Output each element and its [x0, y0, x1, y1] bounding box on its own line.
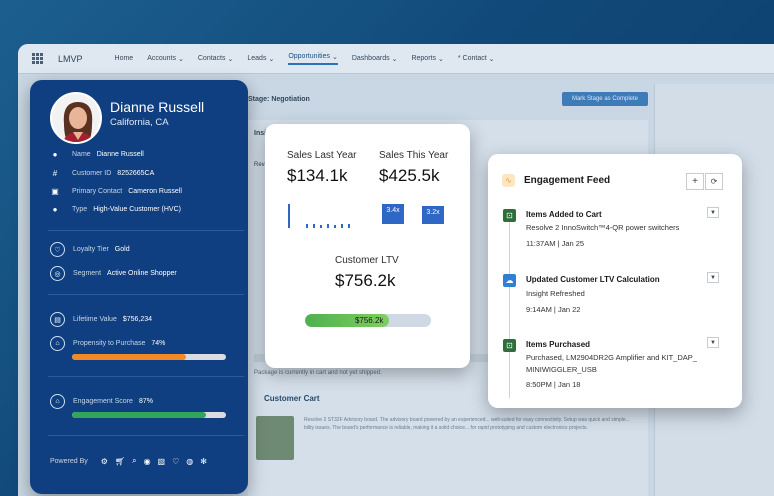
chevron-down-icon: ⌄: [391, 55, 398, 63]
ltv-progress-fill: $756.2k: [305, 314, 390, 327]
field-type: ● Type High-Value Customer (HVC): [50, 205, 181, 214]
cloud-icon: ☁: [503, 274, 516, 287]
engagement-progress-bar: [72, 412, 226, 418]
add-button[interactable]: +: [686, 173, 704, 190]
tab-contact[interactable]: * Contact ⌄: [458, 55, 495, 63]
customer-ltv-value: $756.2k: [335, 271, 396, 290]
engagement-fill: [72, 412, 206, 418]
activity-icon: ∿: [502, 174, 515, 187]
ltv-progress-bar: $756.2k: [305, 314, 431, 327]
hash-icon: #: [52, 169, 58, 178]
sales-this-year-label: Sales This Year: [379, 150, 449, 161]
propensity-fill: [72, 354, 186, 360]
propensity-progress-bar: [72, 354, 226, 360]
tab-reports[interactable]: Reports ⌄: [411, 55, 443, 63]
sales-last-year-label: Sales Last Year: [287, 150, 357, 161]
field-customer-id: # Customer ID 8252665CA: [50, 169, 155, 178]
field-name: ● Name Dianne Russell: [50, 150, 144, 159]
sales-this-year-value: $425.5k: [379, 166, 440, 185]
package-note: Package is currently in cart and not yet…: [254, 370, 382, 376]
divider: [48, 376, 244, 377]
product-image: [256, 416, 294, 460]
world-icon: ◍: [186, 456, 194, 466]
engagement-score: ⌂ Engagement Score 87%: [50, 394, 153, 409]
customer-cart-title: Customer Cart: [264, 394, 320, 403]
sales-card: Sales Last Year $134.1k Sales This Year …: [265, 124, 470, 368]
search-icon: ⌕: [132, 456, 137, 465]
lifetime-value: ▤ Lifetime Value $756,234: [50, 312, 152, 327]
heart-icon: ♡: [50, 242, 65, 257]
image-icon: ▧: [157, 456, 166, 466]
powered-by: Powered By ⚙ 🛒︎ ⌕ ◉ ▧ ♡ ◍ ✻: [50, 456, 207, 466]
customer-profile-card: Dianne Russell California, CA ● Name Dia…: [30, 80, 248, 494]
chevron-down-icon: ⌄: [268, 55, 275, 63]
refresh-button[interactable]: ⟳: [705, 173, 723, 190]
cart-icon: 🛒︎: [114, 456, 126, 466]
feed-item-title: Updated Customer LTV Calculation: [526, 275, 660, 284]
feed-item-desc: Purchased, LM2904DR2G Amplifier and KIT_…: [526, 353, 697, 374]
calendar-icon: ▤: [50, 312, 65, 327]
engagement-feed-card: ∿ Engagement Feed + ⟳ ⊡ Items Added to C…: [488, 154, 742, 408]
target-icon: ◎: [50, 266, 65, 281]
chevron-down-icon: ⌄: [437, 55, 444, 63]
sales-last-year-value: $134.1k: [287, 166, 348, 185]
globe-icon: ◉: [143, 456, 151, 466]
chevron-down-icon: ⌄: [178, 55, 184, 63]
engagement-icon: ⌂: [50, 394, 65, 409]
tab-opportunities[interactable]: Opportunities ⌄: [288, 53, 338, 65]
app-name: LMVP: [58, 53, 83, 64]
feed-title: Engagement Feed: [524, 175, 611, 186]
tab-leads[interactable]: Leads ⌄: [247, 55, 274, 63]
feed-item-time: 11:37AM | Jan 25: [526, 239, 585, 248]
gear-icon: ✻: [200, 456, 207, 466]
id-card-icon: ▣: [51, 187, 59, 196]
profile-name: Dianne Russell: [110, 99, 205, 115]
stage-text: Stage: Negotiation: [248, 95, 310, 103]
location-pin-icon: ●: [52, 150, 58, 159]
timeline-line: [509, 218, 510, 398]
growth-chip: 3.4x: [382, 204, 404, 224]
feed-item-time: 9:14AM | Jan 22: [526, 305, 581, 314]
feed-item-menu-button[interactable]: ▼: [707, 207, 719, 218]
crm-nav-bar: LMVP Home Accounts ⌄ Contacts ⌄ Leads ⌄ Opp…: [18, 44, 774, 74]
sales-sparkline: [288, 204, 350, 228]
cart-item-description: Resolve 2 ST32F Advisory board. The advi…: [304, 417, 630, 431]
chevron-down-icon: ⌄: [227, 55, 234, 63]
chevron-down-icon: ⌄: [488, 55, 495, 63]
feed-item-menu-button[interactable]: ▼: [707, 337, 719, 348]
chevron-down-icon: ⌄: [331, 53, 338, 61]
feed-item-title: Items Purchased: [526, 340, 591, 349]
tab-dashboards[interactable]: Dashboards ⌄: [352, 55, 398, 63]
growth-chip: 3.2x: [422, 206, 444, 224]
feed-item-desc: Insight Refreshed: [526, 289, 585, 298]
feed-item-title: Items Added to Cart: [526, 210, 602, 219]
divider: [48, 294, 244, 295]
powered-by-label: Powered By: [50, 457, 88, 465]
propensity-to-purchase: ⌂ Propensity to Purchase 74%: [50, 336, 165, 351]
heart-icon: ♡: [172, 456, 180, 466]
cart-icon: ⊡: [503, 209, 516, 222]
cart-icon: ⌂: [50, 336, 65, 351]
divider: [48, 435, 244, 436]
divider: [48, 230, 244, 231]
customer-ltv-label: Customer LTV: [335, 255, 399, 266]
segment: ◎ Segment Active Online Shopper: [50, 266, 177, 281]
feed-item-time: 8:50PM | Jan 18: [526, 380, 581, 389]
tab-contacts[interactable]: Contacts ⌄: [198, 55, 234, 63]
location-pin-icon: ●: [52, 205, 58, 214]
tab-accounts[interactable]: Accounts ⌄: [147, 55, 184, 63]
app-launcher-icon[interactable]: [32, 52, 44, 65]
settings-icon: ⚙: [100, 456, 108, 466]
field-primary-contact: ▣ Primary Contact Cameron Russell: [51, 187, 182, 196]
avatar: [50, 92, 102, 144]
cart-icon: ⊡: [503, 339, 516, 352]
stage-bar: Stage: Negotiation Mark Stage as Complet…: [248, 84, 648, 114]
ltv-bar-label: $756.2k: [354, 316, 384, 325]
loyalty-tier: ♡ Loyalty Tier Gold: [50, 242, 130, 257]
mark-stage-complete-button[interactable]: Mark Stage as Complete: [561, 92, 648, 106]
feed-item-desc: Resolve 2 InnoSwitch™4-QR power switcher…: [526, 223, 680, 232]
feed-item-menu-button[interactable]: ▼: [707, 272, 719, 283]
profile-location: California, CA: [110, 117, 169, 128]
tab-home[interactable]: Home: [115, 55, 134, 62]
